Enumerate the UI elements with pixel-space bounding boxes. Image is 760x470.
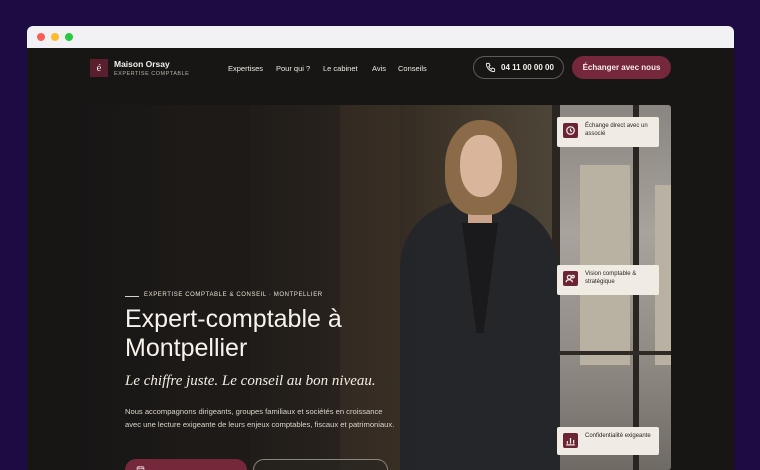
phone-icon: [485, 62, 496, 73]
eyebrow-rule: [125, 296, 139, 297]
hero-section: EXPERTISE COMPTABLE & CONSEIL · MONTPELL…: [90, 105, 671, 470]
badge-associe: Échange direct avec un associé: [557, 117, 659, 147]
balcony-rail: [555, 351, 671, 355]
minimize-window-button[interactable]: [51, 33, 59, 41]
badge-vision: Vision comptable & stratégique: [557, 265, 659, 295]
brand-subtitle: EXPERTISE COMPTABLE: [114, 71, 190, 77]
hero-primary-button[interactable]: [125, 459, 247, 470]
close-window-button[interactable]: [37, 33, 45, 41]
logo-mark[interactable]: é: [90, 59, 108, 77]
browser-window: é Maison Orsay EXPERTISE COMPTABLE Exper…: [27, 26, 734, 470]
nav-le-cabinet[interactable]: Le cabinet: [323, 64, 358, 73]
hero-eyebrow: EXPERTISE COMPTABLE & CONSEIL · MONTPELL…: [144, 292, 323, 298]
users-icon: [563, 271, 578, 286]
nav-pour-qui[interactable]: Pour qui ?: [276, 64, 310, 73]
maximize-window-button[interactable]: [65, 33, 73, 41]
browser-titlebar: [27, 26, 734, 48]
badge-confidentialite: Confidentialité exigeante: [557, 427, 659, 455]
badge-associe-text: Échange direct avec un associé: [585, 123, 648, 137]
hero-secondary-button[interactable]: [253, 459, 388, 470]
contact-cta-button[interactable]: Échanger avec nous: [572, 56, 671, 79]
clock-icon: [563, 123, 578, 138]
calendar-icon: [136, 466, 145, 470]
badge-vision-text: Vision comptable & stratégique: [585, 271, 637, 285]
hero-title: Expert-comptable à Montpellier: [125, 305, 342, 362]
bar-chart-icon: [563, 433, 578, 448]
hero-tagline: Le chiffre juste. Le conseil au bon nive…: [125, 373, 376, 389]
badge-confidentialite-text: Confidentialité exigeante: [585, 433, 651, 439]
nav-conseils[interactable]: Conseils: [398, 64, 427, 73]
page: é Maison Orsay EXPERTISE COMPTABLE Exper…: [27, 48, 734, 470]
brand-name[interactable]: Maison Orsay: [114, 59, 170, 69]
phone-button[interactable]: 04 11 00 00 00: [473, 56, 564, 79]
nav-avis[interactable]: Avis: [372, 64, 386, 73]
portrait-face: [460, 135, 502, 197]
nav-expertises[interactable]: Expertises: [228, 64, 263, 73]
phone-number: 04 11 00 00 00: [501, 63, 554, 72]
hero-description: Nous accompagnons dirigeants, groupes fa…: [125, 407, 395, 429]
